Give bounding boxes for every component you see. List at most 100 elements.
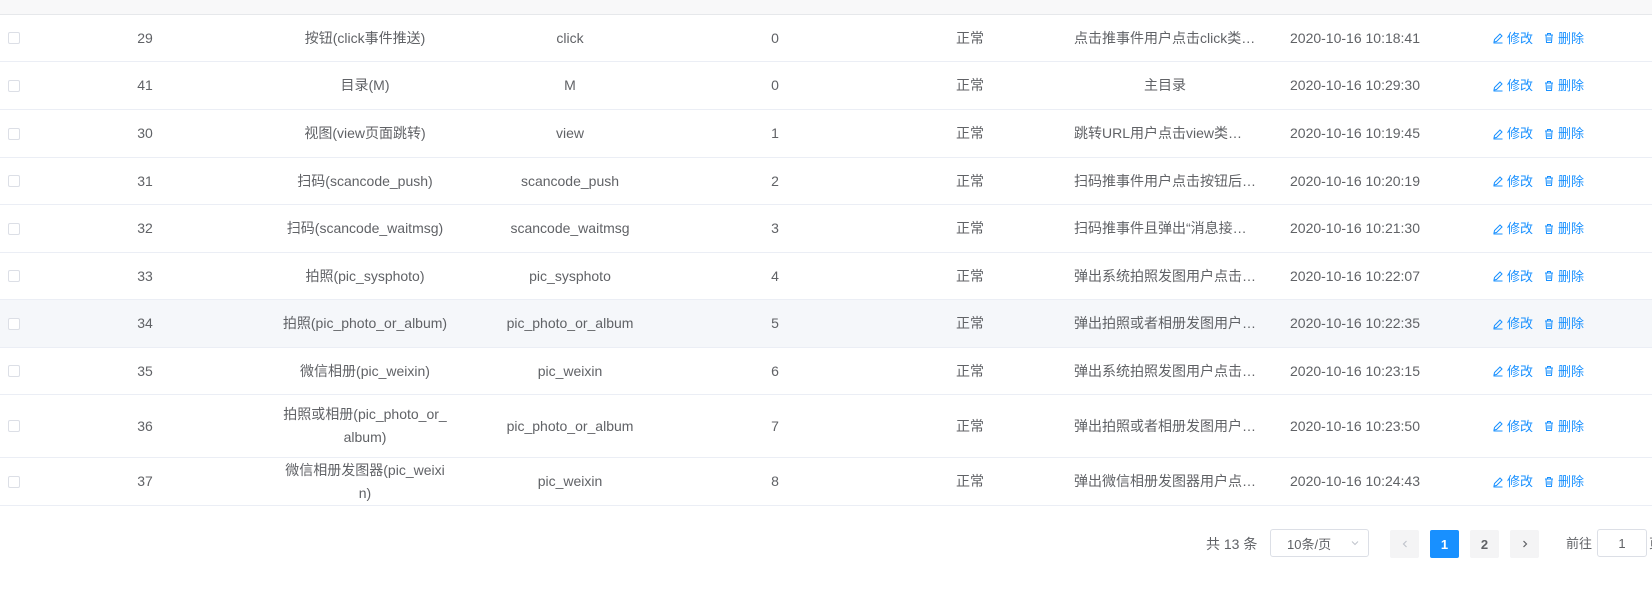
edit-icon [1493, 271, 1503, 282]
cell-remark: 弹出拍照或者相册发图用户点击按钮后 [1060, 312, 1270, 335]
cell-time: 2020-10-16 10:21:30 [1290, 220, 1420, 236]
row-checkbox[interactable] [8, 79, 20, 92]
delete-label: 删除 [1558, 418, 1585, 434]
row-checkbox[interactable] [8, 175, 20, 187]
row-checkbox[interactable] [8, 365, 20, 377]
edit-button[interactable]: 修改 [1492, 312, 1533, 335]
delete-button[interactable]: 删除 [1543, 470, 1584, 493]
row-checkbox[interactable] [8, 222, 20, 235]
cell-type: pic_weixin [537, 362, 603, 379]
delete-button[interactable]: 删除 [1543, 74, 1584, 97]
table-row: 29 按钮(click事件推送) click 0 正常 点击推事件用户点击click类型按… [0, 15, 1652, 62]
delete-button[interactable]: 删除 [1543, 312, 1584, 335]
edit-button[interactable]: 修改 [1492, 74, 1533, 97]
row-select-cell [0, 317, 30, 330]
cell-id: 33 [137, 267, 153, 284]
row-select-cell [0, 79, 30, 92]
delete-button[interactable]: 删除 [1543, 415, 1584, 438]
delete-icon [1545, 128, 1554, 139]
delete-button[interactable]: 删除 [1543, 265, 1584, 288]
cell-type: pic_sysphoto [529, 267, 611, 284]
cell-time: 2020-10-16 10:19:45 [1290, 125, 1420, 141]
cell-time: 2020-10-16 10:23:15 [1290, 362, 1420, 379]
cell-type: pic_weixin [537, 473, 603, 489]
cell-remark: 弹出系统拍照发图用户点击按钮后 [1060, 265, 1270, 288]
pagination: 共 13 条 10条/页 1 2 前往 页 [0, 529, 1652, 559]
delete-icon [1545, 223, 1554, 234]
cell-status: 正常 [956, 267, 984, 284]
edit-icon [1493, 128, 1503, 139]
cell-name: 拍照(pic_sysphoto) [260, 265, 470, 288]
cell-remark-text: 主目录 [1144, 77, 1186, 93]
edit-button[interactable]: 修改 [1492, 415, 1533, 438]
cell-name-text: 视图(view页面跳转) [304, 125, 426, 141]
jumper-input[interactable] [1597, 529, 1647, 557]
edit-button[interactable]: 修改 [1492, 360, 1533, 383]
edit-button[interactable]: 修改 [1492, 27, 1533, 50]
table-row: 37 微信相册发图器(pic_weixin) pic_weixin 8 正常 弹出微信相册… [0, 458, 1652, 506]
row-checkbox[interactable] [8, 420, 20, 432]
cell-name: 微信相册发图器(pic_weixin) [260, 459, 470, 505]
delete-label: 删除 [1558, 173, 1585, 189]
page-size-select[interactable]: 10条/页 [1270, 529, 1369, 557]
cell-actions: 修改 删除 [1440, 170, 1652, 193]
row-checkbox[interactable] [8, 32, 20, 44]
menu-table-page: 29 按钮(click事件推送) click 0 正常 点击推事件用户点击click类型按… [0, 0, 1652, 607]
cell-time: 2020-10-16 10:22:07 [1290, 267, 1420, 284]
cell-name: 扫码(scancode_push) [260, 170, 470, 193]
cell-status: 正常 [956, 417, 984, 434]
cell-key: 2 [771, 172, 779, 189]
delete-button[interactable]: 删除 [1543, 122, 1584, 145]
cell-actions: 修改 删除 [1440, 122, 1652, 145]
cell-name-text: 扫码(scancode_waitmsg) [286, 220, 444, 236]
edit-button[interactable]: 修改 [1492, 122, 1533, 145]
cell-name-text: 微信相册发图器(pic_weixin) [285, 461, 445, 501]
cell-time: 2020-10-16 10:24:43 [1290, 473, 1420, 489]
cell-remark-text: 扫码推事件用户点击按钮后，微信客户端 [1074, 172, 1256, 189]
delete-button[interactable]: 删除 [1543, 170, 1584, 193]
row-select-cell [0, 475, 30, 488]
cell-name-text: 微信相册(pic_weixin) [300, 362, 430, 379]
edit-button[interactable]: 修改 [1492, 470, 1533, 493]
cell-name-text: 扫码(scancode_push) [297, 172, 433, 189]
cell-id: 41 [137, 77, 153, 93]
cell-id: 30 [137, 125, 153, 141]
delete-icon [1545, 176, 1554, 186]
row-checkbox[interactable] [8, 270, 20, 282]
chevron-left-icon [1402, 540, 1407, 548]
edit-button[interactable]: 修改 [1492, 265, 1533, 288]
table-row: 35 微信相册(pic_weixin) pic_weixin 6 正常 弹出系统拍照发图用… [0, 348, 1652, 395]
row-select-cell [0, 127, 30, 140]
row-checkbox[interactable] [8, 317, 20, 330]
delete-button[interactable]: 删除 [1543, 360, 1584, 383]
delete-icon [1545, 33, 1554, 43]
cell-actions: 修改 删除 [1440, 265, 1652, 288]
edit-label: 修改 [1507, 173, 1534, 189]
page-button-1[interactable]: 1 [1430, 530, 1459, 558]
cell-key: 7 [771, 417, 779, 434]
cell-status: 正常 [956, 362, 984, 379]
cell-type: pic_photo_or_album [506, 315, 634, 331]
cell-status: 正常 [956, 29, 984, 46]
edit-label: 修改 [1507, 126, 1534, 141]
delete-label: 删除 [1558, 221, 1585, 236]
edit-button[interactable]: 修改 [1492, 170, 1533, 193]
edit-icon [1493, 176, 1503, 187]
delete-button[interactable]: 删除 [1543, 27, 1584, 50]
delete-button[interactable]: 删除 [1543, 217, 1584, 240]
cell-name-text: 拍照(pic_sysphoto) [305, 267, 425, 284]
table-row: 36 拍照或相册(pic_photo_or_album) pic_photo_or_… [0, 395, 1652, 458]
cell-remark: 扫码推事件且弹出“消息接收中”提示框 [1060, 217, 1270, 240]
chevron-down-icon [1351, 541, 1359, 546]
row-checkbox[interactable] [8, 475, 20, 488]
next-page-button[interactable] [1510, 530, 1539, 558]
row-checkbox[interactable] [8, 127, 20, 140]
delete-label: 删除 [1558, 30, 1585, 46]
cell-name: 视图(view页面跳转) [260, 122, 470, 145]
prev-page-button[interactable] [1390, 530, 1419, 558]
page-button-2[interactable]: 2 [1470, 530, 1499, 558]
cell-name: 拍照或相册(pic_photo_or_album) [260, 403, 470, 449]
delete-icon [1545, 80, 1554, 91]
cell-key: 3 [771, 220, 779, 236]
edit-button[interactable]: 修改 [1492, 217, 1533, 240]
